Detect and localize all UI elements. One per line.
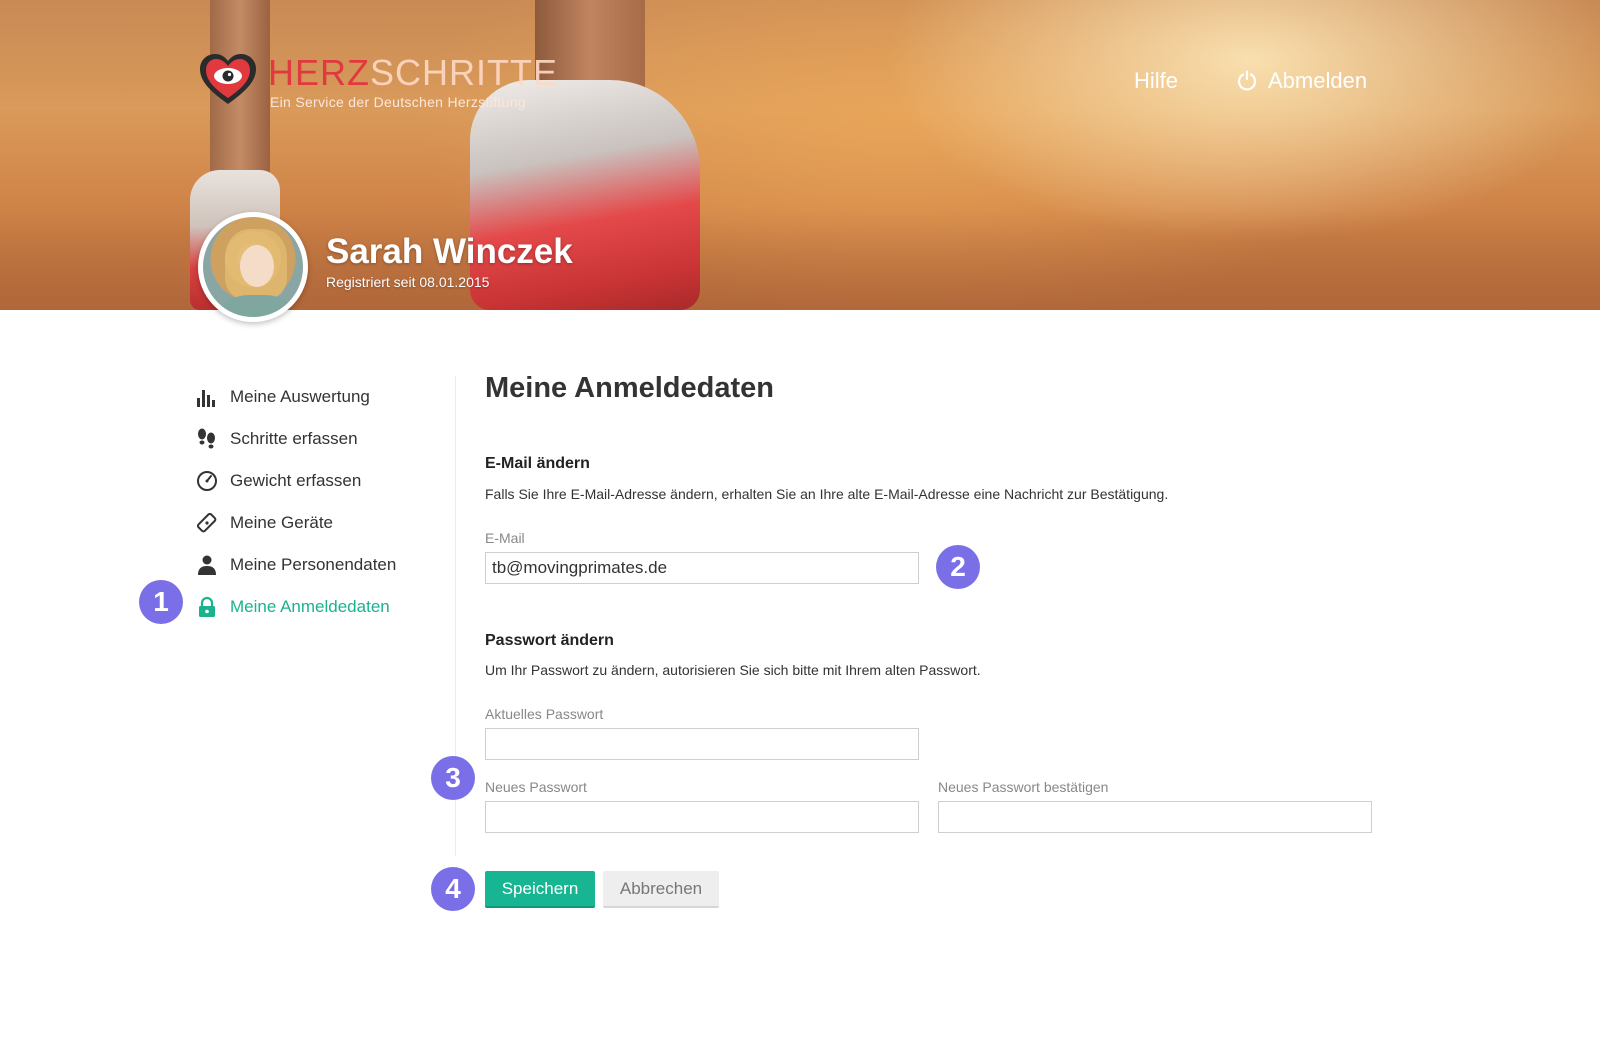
step-marker-3: 3 bbox=[431, 756, 475, 800]
brand-tagline: Ein Service der Deutschen Herzstiftung bbox=[270, 94, 526, 110]
password-section-description: Um Ihr Passwort zu ändern, autorisieren … bbox=[485, 662, 981, 678]
brand-wordmark[interactable]: HERZSCHRITTE bbox=[268, 52, 558, 94]
brand-name-part1: HERZ bbox=[268, 52, 370, 93]
logout-label: Abmelden bbox=[1268, 68, 1368, 93]
sidebar-item-label: Meine Personendaten bbox=[230, 555, 397, 574]
sidebar-item-schritte[interactable]: Schritte erfassen bbox=[196, 418, 446, 460]
password-section-title: Passwort ändern bbox=[485, 632, 614, 649]
cancel-button[interactable]: Abbrechen bbox=[603, 871, 719, 908]
brand-name-part2: SCHRITTE bbox=[370, 52, 558, 93]
step-marker-1: 1 bbox=[139, 580, 183, 624]
profile-name: Sarah Winczek bbox=[326, 232, 573, 271]
device-tag-icon bbox=[196, 512, 218, 534]
profile-registered-date: Registriert seit 08.01.2015 bbox=[326, 274, 490, 290]
new-password-input[interactable] bbox=[485, 801, 919, 833]
power-icon bbox=[1237, 70, 1257, 91]
current-password-input[interactable] bbox=[485, 728, 919, 760]
footprints-icon bbox=[196, 428, 218, 450]
page-title: Meine Anmeldedaten bbox=[485, 372, 774, 404]
email-input[interactable] bbox=[485, 552, 919, 584]
step-marker-4: 4 bbox=[431, 867, 475, 911]
new-password-label: Neues Passwort bbox=[485, 779, 587, 795]
sidebar-item-anmeldedaten[interactable]: Meine Anmeldedaten bbox=[196, 586, 446, 628]
avatar-body bbox=[221, 295, 293, 317]
current-password-label: Aktuelles Passwort bbox=[485, 706, 604, 722]
confirm-password-input[interactable] bbox=[938, 801, 1372, 833]
avatar[interactable] bbox=[198, 212, 308, 322]
sidebar-item-label: Meine Anmeldedaten bbox=[230, 597, 390, 616]
sidebar-item-label: Schritte erfassen bbox=[230, 429, 358, 448]
help-link[interactable]: Hilfe bbox=[1134, 68, 1178, 94]
sidebar-item-label: Gewicht erfassen bbox=[230, 471, 362, 490]
sidebar-item-personendaten[interactable]: Meine Personendaten bbox=[196, 544, 446, 586]
save-button[interactable]: Speichern bbox=[485, 871, 595, 908]
email-label: E-Mail bbox=[485, 530, 525, 546]
sidebar-nav: Meine Auswertung Schritte erfassen Gewic… bbox=[196, 376, 446, 628]
bar-chart-icon bbox=[196, 386, 218, 408]
avatar-face bbox=[240, 245, 274, 287]
hero-runner-front-shoe bbox=[470, 80, 700, 310]
confirm-password-label: Neues Passwort bestätigen bbox=[938, 779, 1109, 795]
person-icon bbox=[196, 554, 218, 576]
sidebar-item-label: Meine Geräte bbox=[230, 513, 333, 532]
step-marker-2: 2 bbox=[936, 545, 980, 589]
sidebar-item-auswertung[interactable]: Meine Auswertung bbox=[196, 376, 446, 418]
email-section-description: Falls Sie Ihre E-Mail-Adresse ändern, er… bbox=[485, 486, 1169, 502]
sidebar-item-geraete[interactable]: Meine Geräte bbox=[196, 502, 446, 544]
sidebar-item-gewicht[interactable]: Gewicht erfassen bbox=[196, 460, 446, 502]
email-section-title: E-Mail ändern bbox=[485, 455, 590, 472]
sidebar-item-label: Meine Auswertung bbox=[230, 387, 370, 406]
logout-link[interactable]: Abmelden bbox=[1236, 68, 1367, 94]
scale-gauge-icon bbox=[196, 470, 218, 492]
heart-eye-logo-icon[interactable] bbox=[198, 52, 258, 108]
lock-icon bbox=[196, 596, 218, 618]
